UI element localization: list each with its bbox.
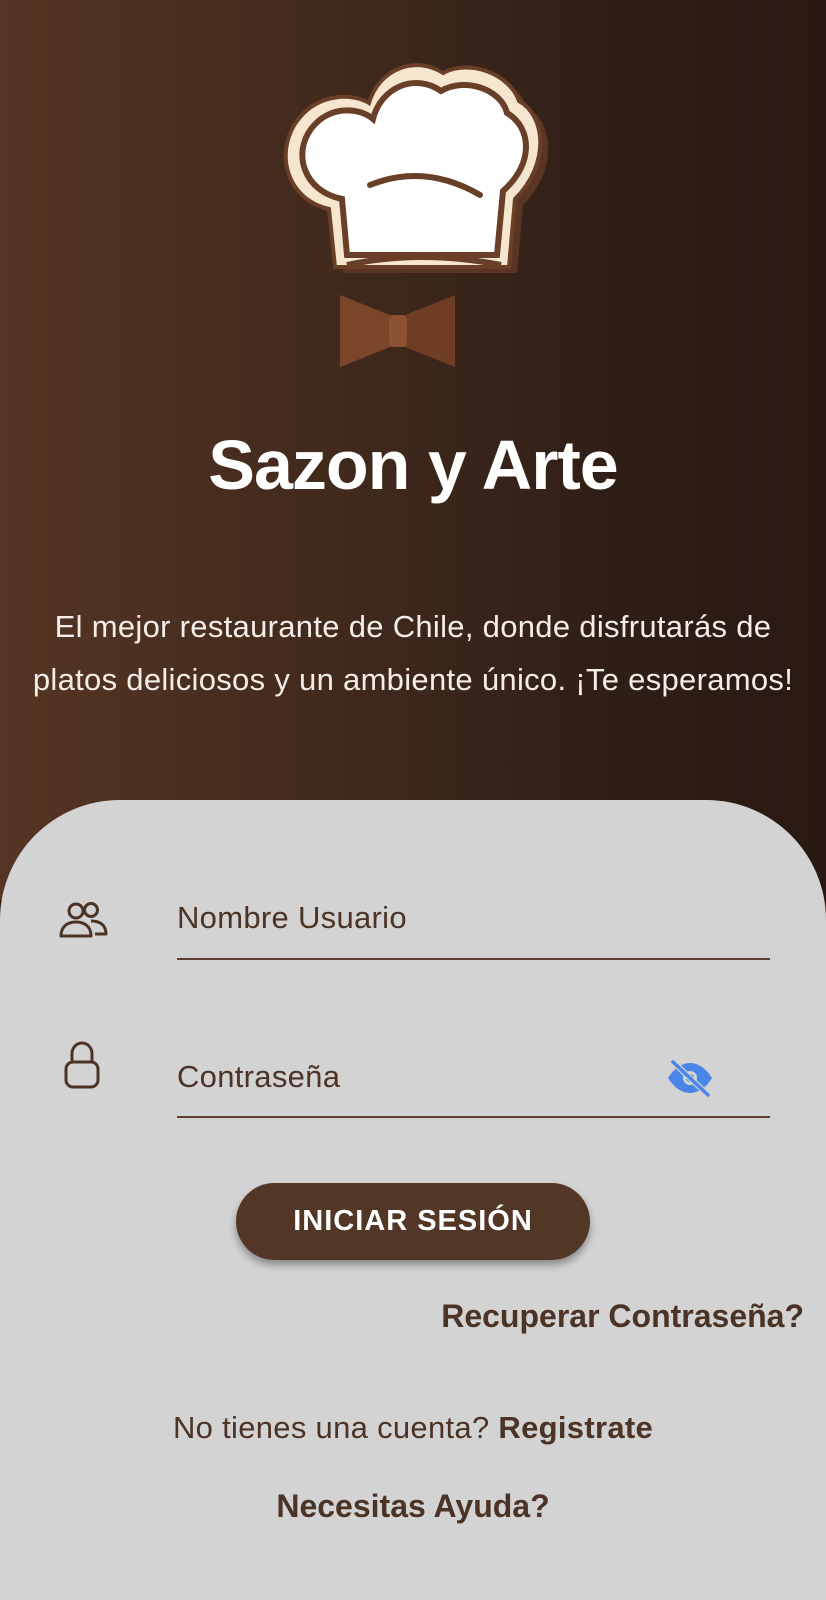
hero-header: Sazon y Arte El mejor restaurante de Chi…	[0, 0, 826, 900]
eye-off-icon[interactable]	[665, 1058, 715, 1098]
chef-hat-logo-icon	[283, 63, 549, 367]
help-link[interactable]: Necesitas Ayuda?	[0, 1488, 826, 1525]
register-link[interactable]: Registrate	[498, 1410, 653, 1445]
password-field	[177, 1038, 770, 1118]
register-prompt: No tienes una cuenta? Registrate	[0, 1410, 826, 1446]
recover-password-link[interactable]: Recuperar Contraseña?	[441, 1298, 804, 1335]
register-prompt-text: No tienes una cuenta?	[172, 1410, 499, 1445]
username-field	[177, 878, 770, 960]
users-icon	[59, 902, 108, 938]
app-title: Sazon y Arte	[208, 426, 618, 504]
login-button[interactable]: INICIAR SESIÓN	[236, 1183, 590, 1260]
lock-icon	[64, 1041, 100, 1089]
username-input[interactable]	[177, 878, 770, 958]
app-tagline: El mejor restaurante de Chile, donde dis…	[32, 609, 794, 697]
